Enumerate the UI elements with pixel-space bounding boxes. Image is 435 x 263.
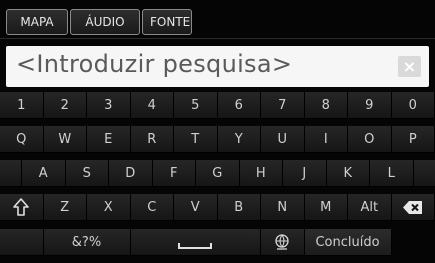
keyboard-row-asdf: A S D F G H J K L <box>0 160 435 188</box>
key-v[interactable]: V <box>174 194 218 221</box>
key-x[interactable]: X <box>87 194 131 221</box>
space-bar-icon <box>178 243 213 249</box>
search-placeholder: <Introduzir pesquisa> <box>16 50 293 78</box>
key-u[interactable]: U <box>261 126 305 153</box>
key-j[interactable]: J <box>283 160 327 187</box>
alt-key[interactable]: Alt <box>348 194 392 221</box>
key-spacer-left <box>0 160 22 187</box>
keyboard-row-qwerty: Q W E R T Y U I O P <box>0 126 435 154</box>
key-k[interactable]: K <box>326 160 370 187</box>
backspace-icon <box>402 201 422 214</box>
globe-language-icon <box>275 234 289 250</box>
key-d[interactable]: D <box>109 160 153 187</box>
key-8[interactable]: 8 <box>304 92 348 119</box>
key-t[interactable]: T <box>174 126 218 153</box>
key-9[interactable]: 9 <box>348 92 392 119</box>
navigation-search-screen: MAPA ÁUDIO FONTE <Introduzir pesquisa> ×… <box>0 0 435 263</box>
key-z[interactable]: Z <box>43 194 87 221</box>
key-g[interactable]: G <box>196 160 240 187</box>
search-input[interactable]: <Introduzir pesquisa> × <box>6 46 429 87</box>
key-0[interactable]: 0 <box>391 92 435 119</box>
tabs-divider <box>0 38 435 39</box>
key-blank-left <box>0 229 44 256</box>
key-5[interactable]: 5 <box>174 92 218 119</box>
clear-button[interactable]: × <box>398 56 421 77</box>
key-i[interactable]: I <box>304 126 348 153</box>
backspace-key[interactable] <box>391 194 435 221</box>
key-f[interactable]: F <box>152 160 196 187</box>
key-6[interactable]: 6 <box>217 92 261 119</box>
top-tabs: MAPA ÁUDIO FONTE <box>6 9 194 35</box>
language-key[interactable] <box>261 229 305 256</box>
shift-up-arrow-icon <box>13 198 30 216</box>
key-b[interactable]: B <box>217 194 261 221</box>
keyboard-row-digits: 1 2 3 4 5 6 7 8 9 0 <box>0 92 435 120</box>
done-button[interactable]: Concluído <box>304 229 392 256</box>
keyboard-row-bottom: &?% Concluído <box>0 229 392 257</box>
key-a[interactable]: A <box>22 160 66 187</box>
key-o[interactable]: O <box>348 126 392 153</box>
key-w[interactable]: W <box>43 126 87 153</box>
key-3[interactable]: 3 <box>87 92 131 119</box>
key-y[interactable]: Y <box>217 126 261 153</box>
key-n[interactable]: N <box>261 194 305 221</box>
symbols-key[interactable]: &?% <box>43 229 131 256</box>
key-2[interactable]: 2 <box>43 92 87 119</box>
key-s[interactable]: S <box>65 160 109 187</box>
key-e[interactable]: E <box>87 126 131 153</box>
key-q[interactable]: Q <box>0 126 44 153</box>
tab-audio[interactable]: ÁUDIO <box>70 9 140 35</box>
key-r[interactable]: R <box>130 126 174 153</box>
key-l[interactable]: L <box>370 160 414 187</box>
keyboard-row-zxcv: Z X C V B N M Alt <box>0 194 435 222</box>
key-7[interactable]: 7 <box>261 92 305 119</box>
space-key[interactable] <box>130 229 261 256</box>
key-spacer-right <box>413 160 435 187</box>
tab-fonte[interactable]: FONTE <box>142 9 192 35</box>
key-c[interactable]: C <box>130 194 174 221</box>
shift-key[interactable] <box>0 194 44 221</box>
key-h[interactable]: H <box>239 160 283 187</box>
key-p[interactable]: P <box>391 126 435 153</box>
key-1[interactable]: 1 <box>0 92 44 119</box>
key-4[interactable]: 4 <box>130 92 174 119</box>
key-m[interactable]: M <box>304 194 348 221</box>
tab-mapa[interactable]: MAPA <box>6 9 68 35</box>
